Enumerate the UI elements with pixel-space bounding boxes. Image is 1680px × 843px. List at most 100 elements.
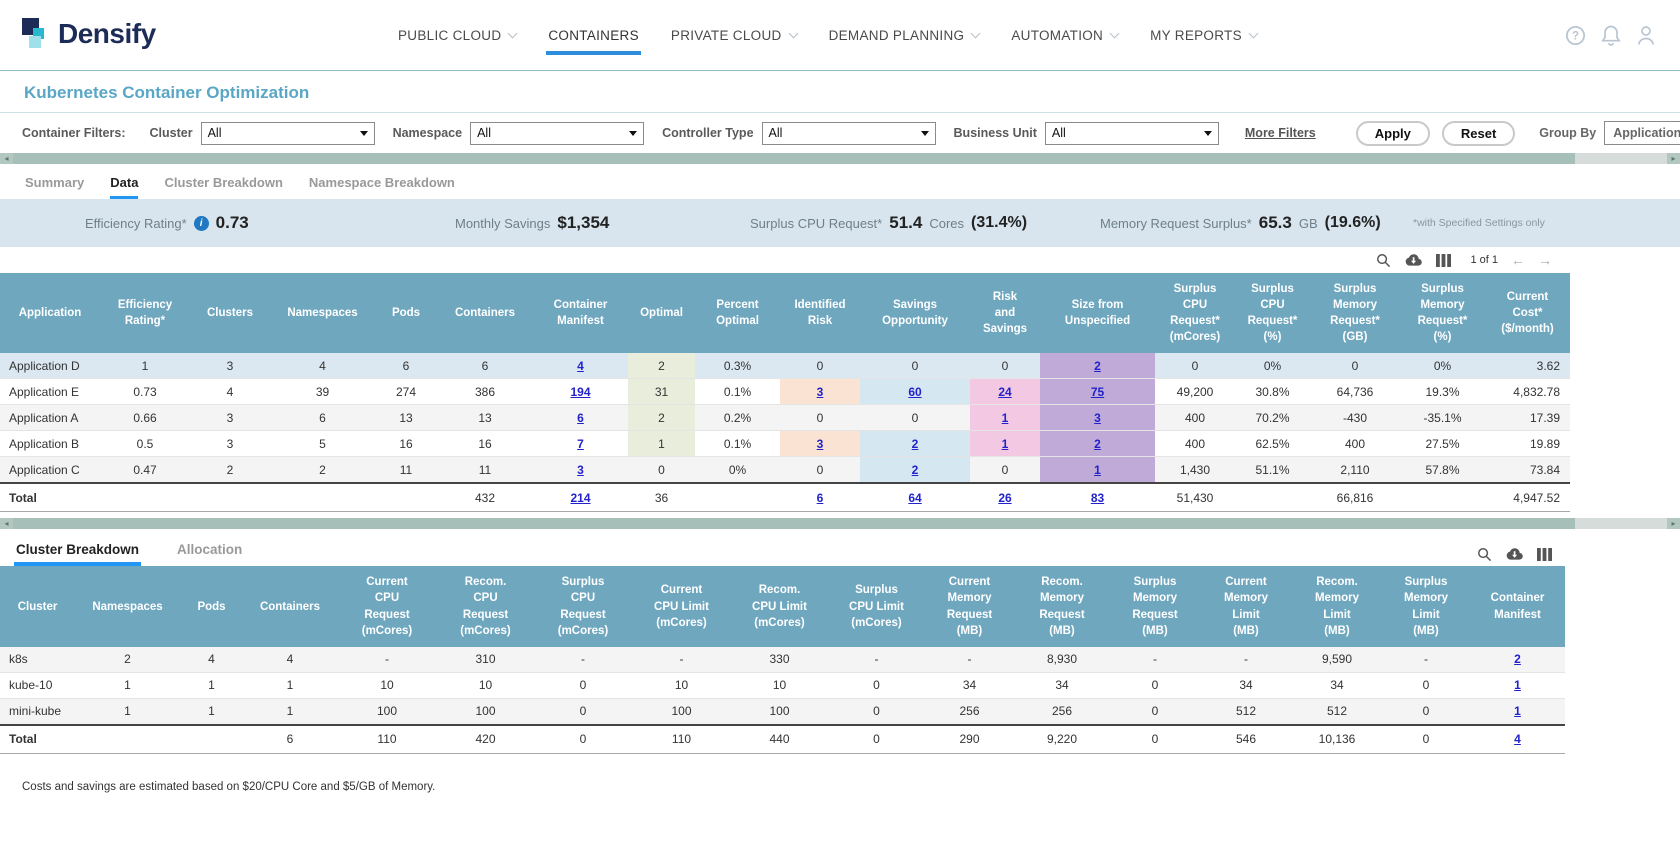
tab-data[interactable]: Data [110, 175, 138, 199]
cell-link[interactable]: 75 [1091, 385, 1104, 399]
columns-icon[interactable] [1436, 254, 1451, 267]
user-icon[interactable] [1636, 24, 1656, 47]
cell-link[interactable]: 2 [1094, 359, 1101, 373]
cell-link[interactable]: 4 [1514, 732, 1521, 746]
prev-page-icon[interactable]: ← [1511, 253, 1525, 267]
scrollbar-track[interactable] [1575, 153, 1667, 164]
column-header[interactable]: Recom. Memory Request (MB) [1014, 566, 1110, 646]
densify-logo[interactable]: Densify [22, 16, 156, 52]
column-header[interactable]: Clusters [190, 273, 270, 353]
scroll-right-arrow-icon[interactable]: ▸ [1667, 153, 1680, 164]
cell-link[interactable]: 60 [908, 385, 921, 399]
business-unit-filter-select[interactable]: All [1045, 122, 1219, 145]
column-header[interactable]: Current Cost* ($/month) [1485, 273, 1570, 353]
nav-item-containers[interactable]: CONTAINERS [548, 20, 639, 51]
cell-link[interactable]: 6 [817, 491, 824, 505]
cell-link[interactable]: 64 [908, 491, 921, 505]
export-icon[interactable] [1505, 547, 1524, 561]
cell-link[interactable]: 2 [1094, 437, 1101, 451]
info-icon[interactable]: i [194, 216, 209, 231]
column-header[interactable]: Pods [375, 273, 437, 353]
next-page-icon[interactable]: → [1538, 253, 1552, 267]
scrollbar-track[interactable] [1575, 518, 1667, 529]
scrollbar-thumb[interactable] [13, 518, 1575, 529]
controller-type-filter-select[interactable]: All [762, 122, 936, 145]
group-by-input[interactable]: Application [1604, 121, 1680, 145]
column-header[interactable]: Current CPU Request (mCores) [337, 566, 437, 646]
column-header[interactable]: Containers [243, 566, 337, 646]
tab-namespace-breakdown[interactable]: Namespace Breakdown [309, 175, 455, 199]
nav-item-my-reports[interactable]: MY REPORTS [1150, 20, 1257, 51]
column-header[interactable]: Percent Optimal [695, 273, 780, 353]
namespace-filter-select[interactable]: All [470, 122, 644, 145]
cell-link[interactable]: 2 [1514, 652, 1521, 666]
column-header[interactable]: Current Memory Request (MB) [925, 566, 1014, 646]
tab-allocation[interactable]: Allocation [177, 542, 242, 566]
tab-cluster-breakdown[interactable]: Cluster Breakdown [164, 175, 282, 199]
cell-link[interactable]: 83 [1091, 491, 1104, 505]
column-header[interactable]: Cluster [0, 566, 75, 646]
nav-item-demand-planning[interactable]: DEMAND PLANNING [829, 20, 980, 51]
nav-item-automation[interactable]: AUTOMATION [1011, 20, 1118, 51]
tab-summary[interactable]: Summary [25, 175, 84, 199]
column-header[interactable]: Recom. CPU Limit (mCores) [731, 566, 828, 646]
search-icon[interactable] [1477, 547, 1492, 562]
cell-link[interactable]: 7 [577, 437, 584, 451]
cell-link[interactable]: 6 [577, 411, 584, 425]
column-header[interactable]: Recom. Memory Limit (MB) [1292, 566, 1382, 646]
cell-link[interactable]: 26 [998, 491, 1011, 505]
help-icon[interactable]: ? [1565, 25, 1586, 46]
scroll-right-arrow-icon[interactable]: ▸ [1667, 518, 1680, 529]
column-header[interactable]: Size from Unspecified [1040, 273, 1155, 353]
column-header[interactable]: Surplus Memory Request (MB) [1110, 566, 1200, 646]
apply-button[interactable]: Apply [1356, 121, 1430, 146]
column-header[interactable]: Surplus CPU Request* (%) [1235, 273, 1310, 353]
column-header[interactable]: Surplus CPU Request* (mCores) [1155, 273, 1235, 353]
cell-link[interactable]: 24 [998, 385, 1011, 399]
column-header[interactable]: Surplus Memory Request* (GB) [1310, 273, 1400, 353]
more-filters-link[interactable]: More Filters [1245, 126, 1316, 140]
column-header[interactable]: Container Manifest [533, 273, 628, 353]
nav-item-public-cloud[interactable]: PUBLIC CLOUD [398, 20, 516, 51]
cell-link[interactable]: 2 [912, 437, 919, 451]
cell-link[interactable]: 194 [570, 385, 590, 399]
column-header[interactable]: Surplus CPU Request (mCores) [534, 566, 632, 646]
column-header[interactable]: Identified Risk [780, 273, 860, 353]
notifications-icon[interactable] [1601, 24, 1621, 47]
horizontal-scrollbar[interactable]: ◂ ▸ [0, 518, 1680, 529]
columns-icon[interactable] [1537, 548, 1552, 561]
cell-link[interactable]: 2 [912, 463, 919, 477]
cell-link[interactable]: 3 [817, 385, 824, 399]
column-header[interactable]: Pods [180, 566, 243, 646]
column-header[interactable]: Containers [437, 273, 533, 353]
nav-item-private-cloud[interactable]: PRIVATE CLOUD [671, 20, 797, 51]
scrollbar-thumb[interactable] [13, 153, 1575, 164]
scroll-left-arrow-icon[interactable]: ◂ [0, 153, 13, 164]
column-header[interactable]: Risk and Savings [970, 273, 1040, 353]
column-header[interactable]: Application [0, 273, 100, 353]
reset-button[interactable]: Reset [1442, 121, 1515, 146]
column-header[interactable]: Namespaces [270, 273, 375, 353]
cluster-filter-select[interactable]: All [201, 122, 375, 145]
cell-link[interactable]: 1 [1002, 437, 1009, 451]
export-icon[interactable] [1404, 253, 1423, 267]
cell-link[interactable]: 3 [577, 463, 584, 477]
cell-link[interactable]: 4 [577, 359, 584, 373]
cell-link[interactable]: 3 [817, 437, 824, 451]
cell-link[interactable]: 1 [1514, 678, 1521, 692]
column-header[interactable]: Surplus Memory Limit (MB) [1382, 566, 1470, 646]
horizontal-scrollbar[interactable]: ◂ ▸ [0, 153, 1680, 164]
column-header[interactable]: Current Memory Limit (MB) [1200, 566, 1292, 646]
column-header[interactable]: Surplus Memory Request* (%) [1400, 273, 1485, 353]
cell-link[interactable]: 1 [1094, 463, 1101, 477]
cell-link[interactable]: 214 [570, 491, 590, 505]
column-header[interactable]: Savings Opportunity [860, 273, 970, 353]
column-header[interactable]: Optimal [628, 273, 695, 353]
search-icon[interactable] [1376, 253, 1391, 268]
column-header[interactable]: Container Manifest [1470, 566, 1565, 646]
column-header[interactable]: Recom. CPU Request (mCores) [437, 566, 534, 646]
column-header[interactable]: Surplus CPU Limit (mCores) [828, 566, 925, 646]
cell-link[interactable]: 3 [1094, 411, 1101, 425]
tab-cluster-breakdown-detail[interactable]: Cluster Breakdown [14, 542, 141, 566]
column-header[interactable]: Namespaces [75, 566, 180, 646]
